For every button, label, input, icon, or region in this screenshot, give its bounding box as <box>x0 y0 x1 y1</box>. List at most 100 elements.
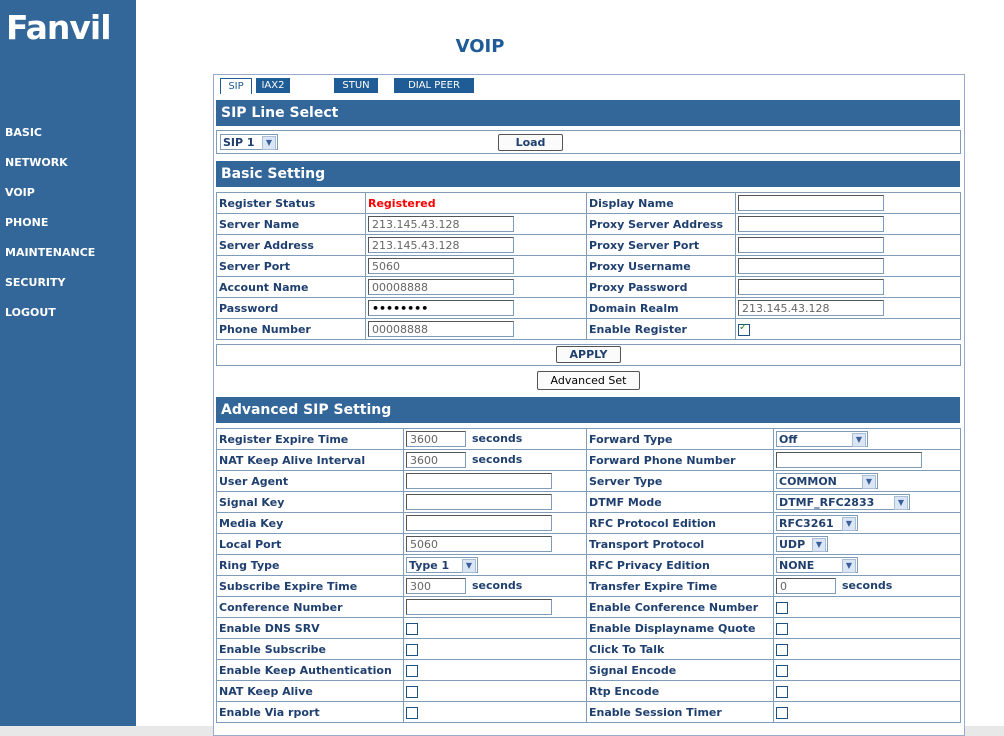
advanced-set-button[interactable]: Advanced Set <box>537 371 640 390</box>
enable-session-timer-checkbox[interactable] <box>776 706 788 719</box>
server-name-field[interactable]: 213.145.43.128 <box>368 216 514 232</box>
local-port-field[interactable]: 5060 <box>406 536 552 552</box>
nat-keep-alive-interval-field[interactable]: 3600 <box>406 452 466 468</box>
table-row: Local Port 5060 Transport Protocol UDP ▼ <box>216 533 961 555</box>
nav-maintenance[interactable]: MAINTENANCE <box>5 246 95 259</box>
display-name-field[interactable] <box>738 195 884 211</box>
table-row: Ring Type Type 1 ▼ RFC Privacy Edition NO… <box>216 554 961 576</box>
apply-button[interactable]: APPLY <box>556 346 621 363</box>
nat-keep-alive-checkbox[interactable] <box>406 685 418 698</box>
transport-protocol-select[interactable]: UDP ▼ <box>776 536 828 552</box>
enable-via-rport-checkbox[interactable] <box>406 706 418 719</box>
proxy-username-field[interactable] <box>738 258 884 274</box>
signal-key-field[interactable] <box>406 494 552 510</box>
chevron-down-icon: ▼ <box>842 517 856 531</box>
rfc-protocol-edition-label: RFC Protocol Edition <box>586 512 774 534</box>
register-expire-time-label: Register Expire Time <box>216 428 404 450</box>
enable-displayname-quote-label: Enable Displayname Quote <box>586 617 774 639</box>
server-port-field[interactable]: 5060 <box>368 258 514 274</box>
account-name-field[interactable]: 00008888 <box>368 279 514 295</box>
chevron-down-icon: ▼ <box>894 496 908 510</box>
domain-realm-label: Domain Realm <box>586 297 736 319</box>
rfc-privacy-edition-select[interactable]: NONE ▼ <box>776 557 858 573</box>
forward-type-label: Forward Type <box>586 428 774 450</box>
table-row: Server Port 5060 Proxy Username <box>216 255 961 277</box>
media-key-field[interactable] <box>406 515 552 531</box>
display-name-label: Display Name <box>586 192 736 214</box>
transfer-expire-time-field[interactable]: 0 <box>776 578 836 594</box>
password-field[interactable]: •••••••• <box>368 300 514 316</box>
enable-register-checkbox[interactable] <box>738 322 750 336</box>
sidebar: Fanvil BASIC NETWORK VOIP PHONE MAINTENA… <box>0 0 136 726</box>
table-row: User Agent Server Type COMMON ▼ <box>216 470 961 492</box>
rfc-privacy-edition-label: RFC Privacy Edition <box>586 554 774 576</box>
server-port-label: Server Port <box>216 255 366 277</box>
nav-security[interactable]: SECURITY <box>5 276 65 289</box>
server-name-label: Server Name <box>216 213 366 235</box>
table-row: Enable DNS SRV Enable Displayname Quote <box>216 617 961 639</box>
user-agent-field[interactable] <box>406 473 552 489</box>
table-row: Subscribe Expire Time 300 seconds Transfe… <box>216 575 961 597</box>
proxy-server-port-label: Proxy Server Port <box>586 234 736 256</box>
table-row: NAT Keep Alive Interval 3600 seconds Forw… <box>216 449 961 471</box>
nav-phone[interactable]: PHONE <box>5 216 48 229</box>
proxy-password-label: Proxy Password <box>586 276 736 298</box>
table-row: Password •••••••• Domain Realm 213.145.4… <box>216 297 961 319</box>
tab-dial-peer[interactable]: DIAL PEER <box>394 78 474 93</box>
nav-network[interactable]: NETWORK <box>5 156 68 169</box>
load-button[interactable]: Load <box>498 134 563 151</box>
conference-number-field[interactable] <box>406 599 552 615</box>
proxy-server-address-field[interactable] <box>738 216 884 232</box>
seconds-unit: seconds <box>842 579 893 592</box>
click-to-talk-checkbox[interactable] <box>776 643 788 656</box>
basic-setting-header: Basic Setting <box>216 161 960 187</box>
proxy-server-port-field[interactable] <box>738 237 884 253</box>
signal-encode-checkbox[interactable] <box>776 664 788 677</box>
register-status-value: Registered <box>368 196 436 210</box>
enable-dns-srv-checkbox[interactable] <box>406 622 418 635</box>
server-type-select[interactable]: COMMON ▼ <box>776 473 878 489</box>
nat-keep-alive-interval-label: NAT Keep Alive Interval <box>216 449 404 471</box>
tab-sip[interactable]: SIP <box>220 78 252 94</box>
nav-voip[interactable]: VOIP <box>5 186 35 199</box>
enable-conference-number-checkbox[interactable] <box>776 601 788 614</box>
ring-type-select[interactable]: Type 1 ▼ <box>406 557 478 573</box>
forward-type-value: Off <box>779 433 798 446</box>
password-label: Password <box>216 297 366 319</box>
register-expire-time-field[interactable]: 3600 <box>406 431 466 447</box>
dtmf-mode-select[interactable]: DTMF_RFC2833 ▼ <box>776 494 910 510</box>
domain-realm-field[interactable]: 213.145.43.128 <box>738 300 884 316</box>
chevron-down-icon: ▼ <box>852 433 866 447</box>
tab-stun[interactable]: STUN <box>334 78 378 93</box>
forward-phone-number-label: Forward Phone Number <box>586 449 774 471</box>
enable-subscribe-checkbox[interactable] <box>406 643 418 656</box>
advanced-setting-table: Register Expire Time 3600 seconds Forward… <box>216 428 961 723</box>
signal-encode-label: Signal Encode <box>586 659 774 681</box>
table-row: Enable Via rport Enable Session Timer <box>216 701 961 723</box>
forward-phone-number-field[interactable] <box>776 452 922 468</box>
page-title: VOIP <box>455 36 505 57</box>
sip-line-select[interactable]: SIP 1 ▼ <box>220 134 278 150</box>
table-row: Server Address 213.145.43.128 Proxy Serv… <box>216 234 961 256</box>
rfc-privacy-edition-value: NONE <box>779 559 815 572</box>
enable-keep-authentication-checkbox[interactable] <box>406 664 418 677</box>
chevron-down-icon: ▼ <box>462 559 476 573</box>
subscribe-expire-time-field[interactable]: 300 <box>406 578 466 594</box>
rtp-encode-checkbox[interactable] <box>776 685 788 698</box>
tab-iax2[interactable]: IAX2 <box>256 78 290 93</box>
phone-number-field[interactable]: 00008888 <box>368 321 514 337</box>
enable-register-label: Enable Register <box>586 318 736 340</box>
enable-subscribe-label: Enable Subscribe <box>216 638 404 660</box>
enable-dns-srv-label: Enable DNS SRV <box>216 617 404 639</box>
enable-displayname-quote-checkbox[interactable] <box>776 622 788 635</box>
sip-line-select-header: SIP Line Select <box>216 100 960 126</box>
nav-logout[interactable]: LOGOUT <box>5 306 56 319</box>
nav-basic[interactable]: BASIC <box>5 126 42 139</box>
register-status-label: Register Status <box>216 192 366 214</box>
proxy-password-field[interactable] <box>738 279 884 295</box>
phone-number-label: Phone Number <box>216 318 366 340</box>
forward-type-select[interactable]: Off ▼ <box>776 431 868 447</box>
rfc-protocol-edition-select[interactable]: RFC3261 ▼ <box>776 515 858 531</box>
server-address-field[interactable]: 213.145.43.128 <box>368 237 514 253</box>
basic-setting-table: Register Status Registered Display Name … <box>216 192 961 340</box>
